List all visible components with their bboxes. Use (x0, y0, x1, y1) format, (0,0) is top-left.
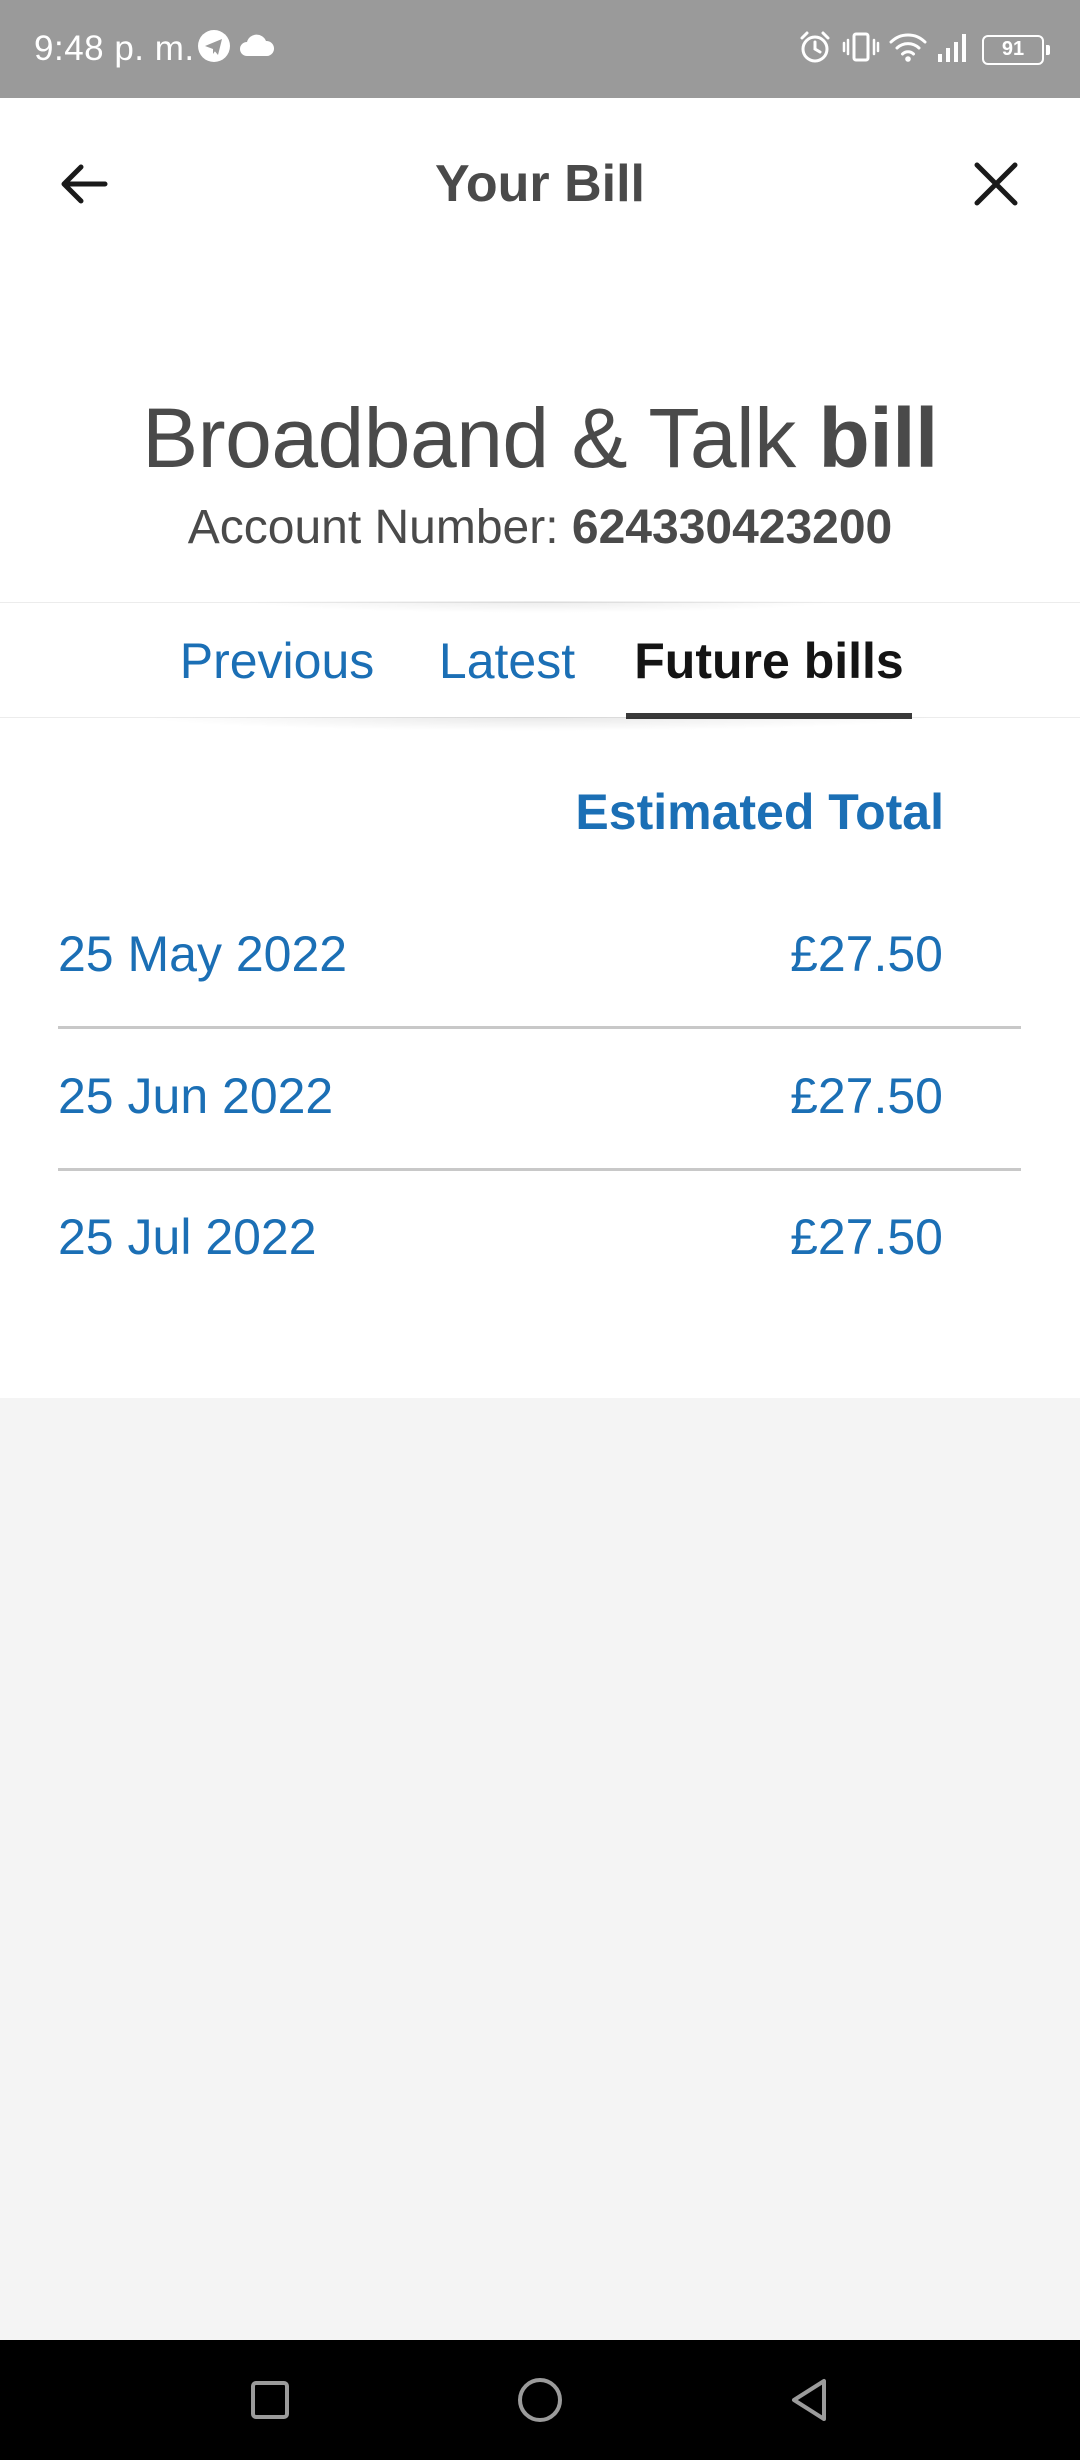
bill-title-main: Broadband & Talk (142, 391, 819, 485)
estimated-total-header: Estimated Total (575, 784, 944, 840)
tab-future-bills[interactable]: Future bills (626, 603, 912, 719)
tab-previous-label: Previous (179, 633, 375, 689)
recent-apps-icon (251, 2381, 289, 2419)
bill-date: 25 Jul 2022 (58, 1209, 317, 1265)
bill-date: 25 May 2022 (58, 926, 348, 982)
telegram-icon (196, 28, 232, 69)
bill-amount: £27.50 (790, 1068, 943, 1124)
status-left-icons (196, 28, 276, 69)
tab-latest-label: Latest (438, 633, 576, 689)
vibrate-icon (842, 28, 880, 71)
status-time: 9:48 p. m. (34, 29, 195, 68)
navigation-bar (0, 2340, 1080, 2460)
home-button[interactable] (510, 2370, 570, 2430)
recent-apps-button[interactable] (240, 2370, 300, 2430)
account-number: Account Number: 624330423200 (0, 498, 1080, 558)
status-bar: 9:48 p. m. 91 (0, 0, 1080, 98)
tab-previous[interactable]: Previous (170, 603, 384, 719)
bill-date: 25 Jun 2022 (58, 1068, 334, 1124)
account-number-label: Account Number: (187, 501, 572, 554)
close-icon (974, 162, 1018, 206)
table-row[interactable]: 25 May 2022 £27.50 (58, 888, 1021, 1029)
tab-latest[interactable]: Latest (420, 603, 594, 719)
bill-tabs: Previous Latest Future bills (0, 601, 1080, 731)
bill-amount: £27.50 (790, 926, 943, 982)
back-icon (792, 2379, 826, 2421)
battery-level: 91 (1001, 38, 1025, 60)
system-back-button[interactable] (780, 2370, 840, 2430)
page-title: Your Bill (435, 155, 645, 213)
bill-title-bold: bill (818, 391, 939, 485)
battery-icon: 91 (982, 34, 1050, 65)
account-number-value: 624330423200 (571, 501, 893, 554)
app-header: Your Bill (0, 98, 1080, 270)
alarm-icon (796, 28, 834, 71)
table-row[interactable]: 25 Jun 2022 £27.50 (58, 1030, 1021, 1171)
bill-amount: £27.50 (790, 1209, 943, 1265)
bill-title: Broadband & Talk bill (0, 388, 1080, 488)
close-button[interactable] (964, 152, 1028, 216)
home-icon (518, 2378, 562, 2422)
status-right-icons: 91 (796, 28, 1050, 71)
signal-icon (936, 30, 970, 69)
cloud-icon (238, 32, 276, 65)
selected-tab-indicator (626, 713, 912, 719)
tab-future-bills-label: Future bills (634, 633, 904, 689)
table-row[interactable]: 25 Jul 2022 £27.50 (58, 1171, 1021, 1312)
bill-panel: Your Bill Broadband & Talk bill Account … (0, 98, 1080, 1398)
wifi-icon (888, 30, 928, 69)
